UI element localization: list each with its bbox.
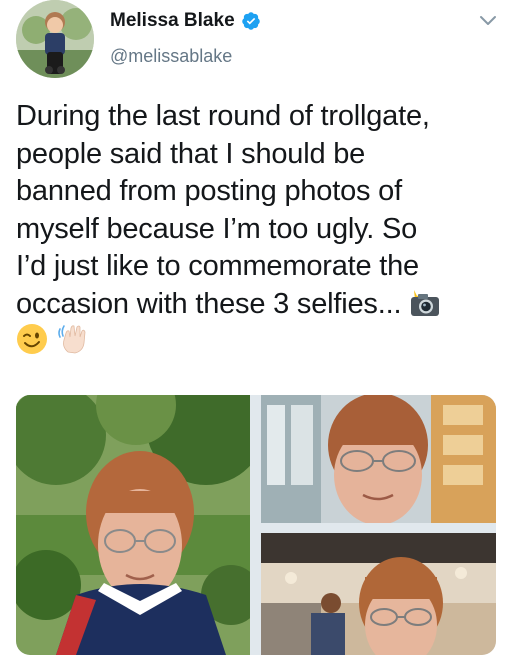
media-photo-2[interactable] <box>261 395 496 523</box>
media-photo-3[interactable] <box>261 533 496 655</box>
tweet-text-line: During the last round of trollgate, <box>16 100 430 132</box>
selfie-indoors-glass-image <box>261 395 496 523</box>
author-handle[interactable]: @melissablake <box>110 46 232 67</box>
chevron-down-icon[interactable] <box>478 10 498 30</box>
verified-badge-icon <box>241 12 260 30</box>
author-avatar[interactable] <box>16 0 94 78</box>
tweet-media-grid <box>16 395 496 655</box>
tweet-text-line: banned from posting photos of <box>16 175 402 207</box>
tweet-text-line: occasion with these 3 selfies... <box>16 287 402 320</box>
tweet: Melissa Blake @melissablake During the l… <box>0 0 512 655</box>
camera-with-flash-icon <box>411 289 440 316</box>
tweet-text-line-last: occasion with these 3 selfies... <box>16 286 502 324</box>
tweet-text-line: people said that I should be <box>16 137 366 170</box>
selfie-restaurant-image <box>261 533 496 655</box>
selfie-outdoors-image <box>16 395 250 655</box>
media-photo-1[interactable] <box>16 395 250 655</box>
tweet-text: During the last round of trollgate, peop… <box>16 98 502 361</box>
author-display-name[interactable]: Melissa Blake <box>110 10 235 32</box>
avatar-photo <box>16 0 94 78</box>
winking-face-icon <box>17 324 47 354</box>
tweet-text-line: myself because I’m too ugly. So <box>16 212 418 245</box>
author-name-row[interactable]: Melissa Blake <box>110 10 261 32</box>
waving-hand-icon <box>58 325 86 354</box>
tweet-text-line: I’d just like to commemorate the <box>16 250 419 282</box>
tweet-text-emoji-line <box>16 323 502 361</box>
